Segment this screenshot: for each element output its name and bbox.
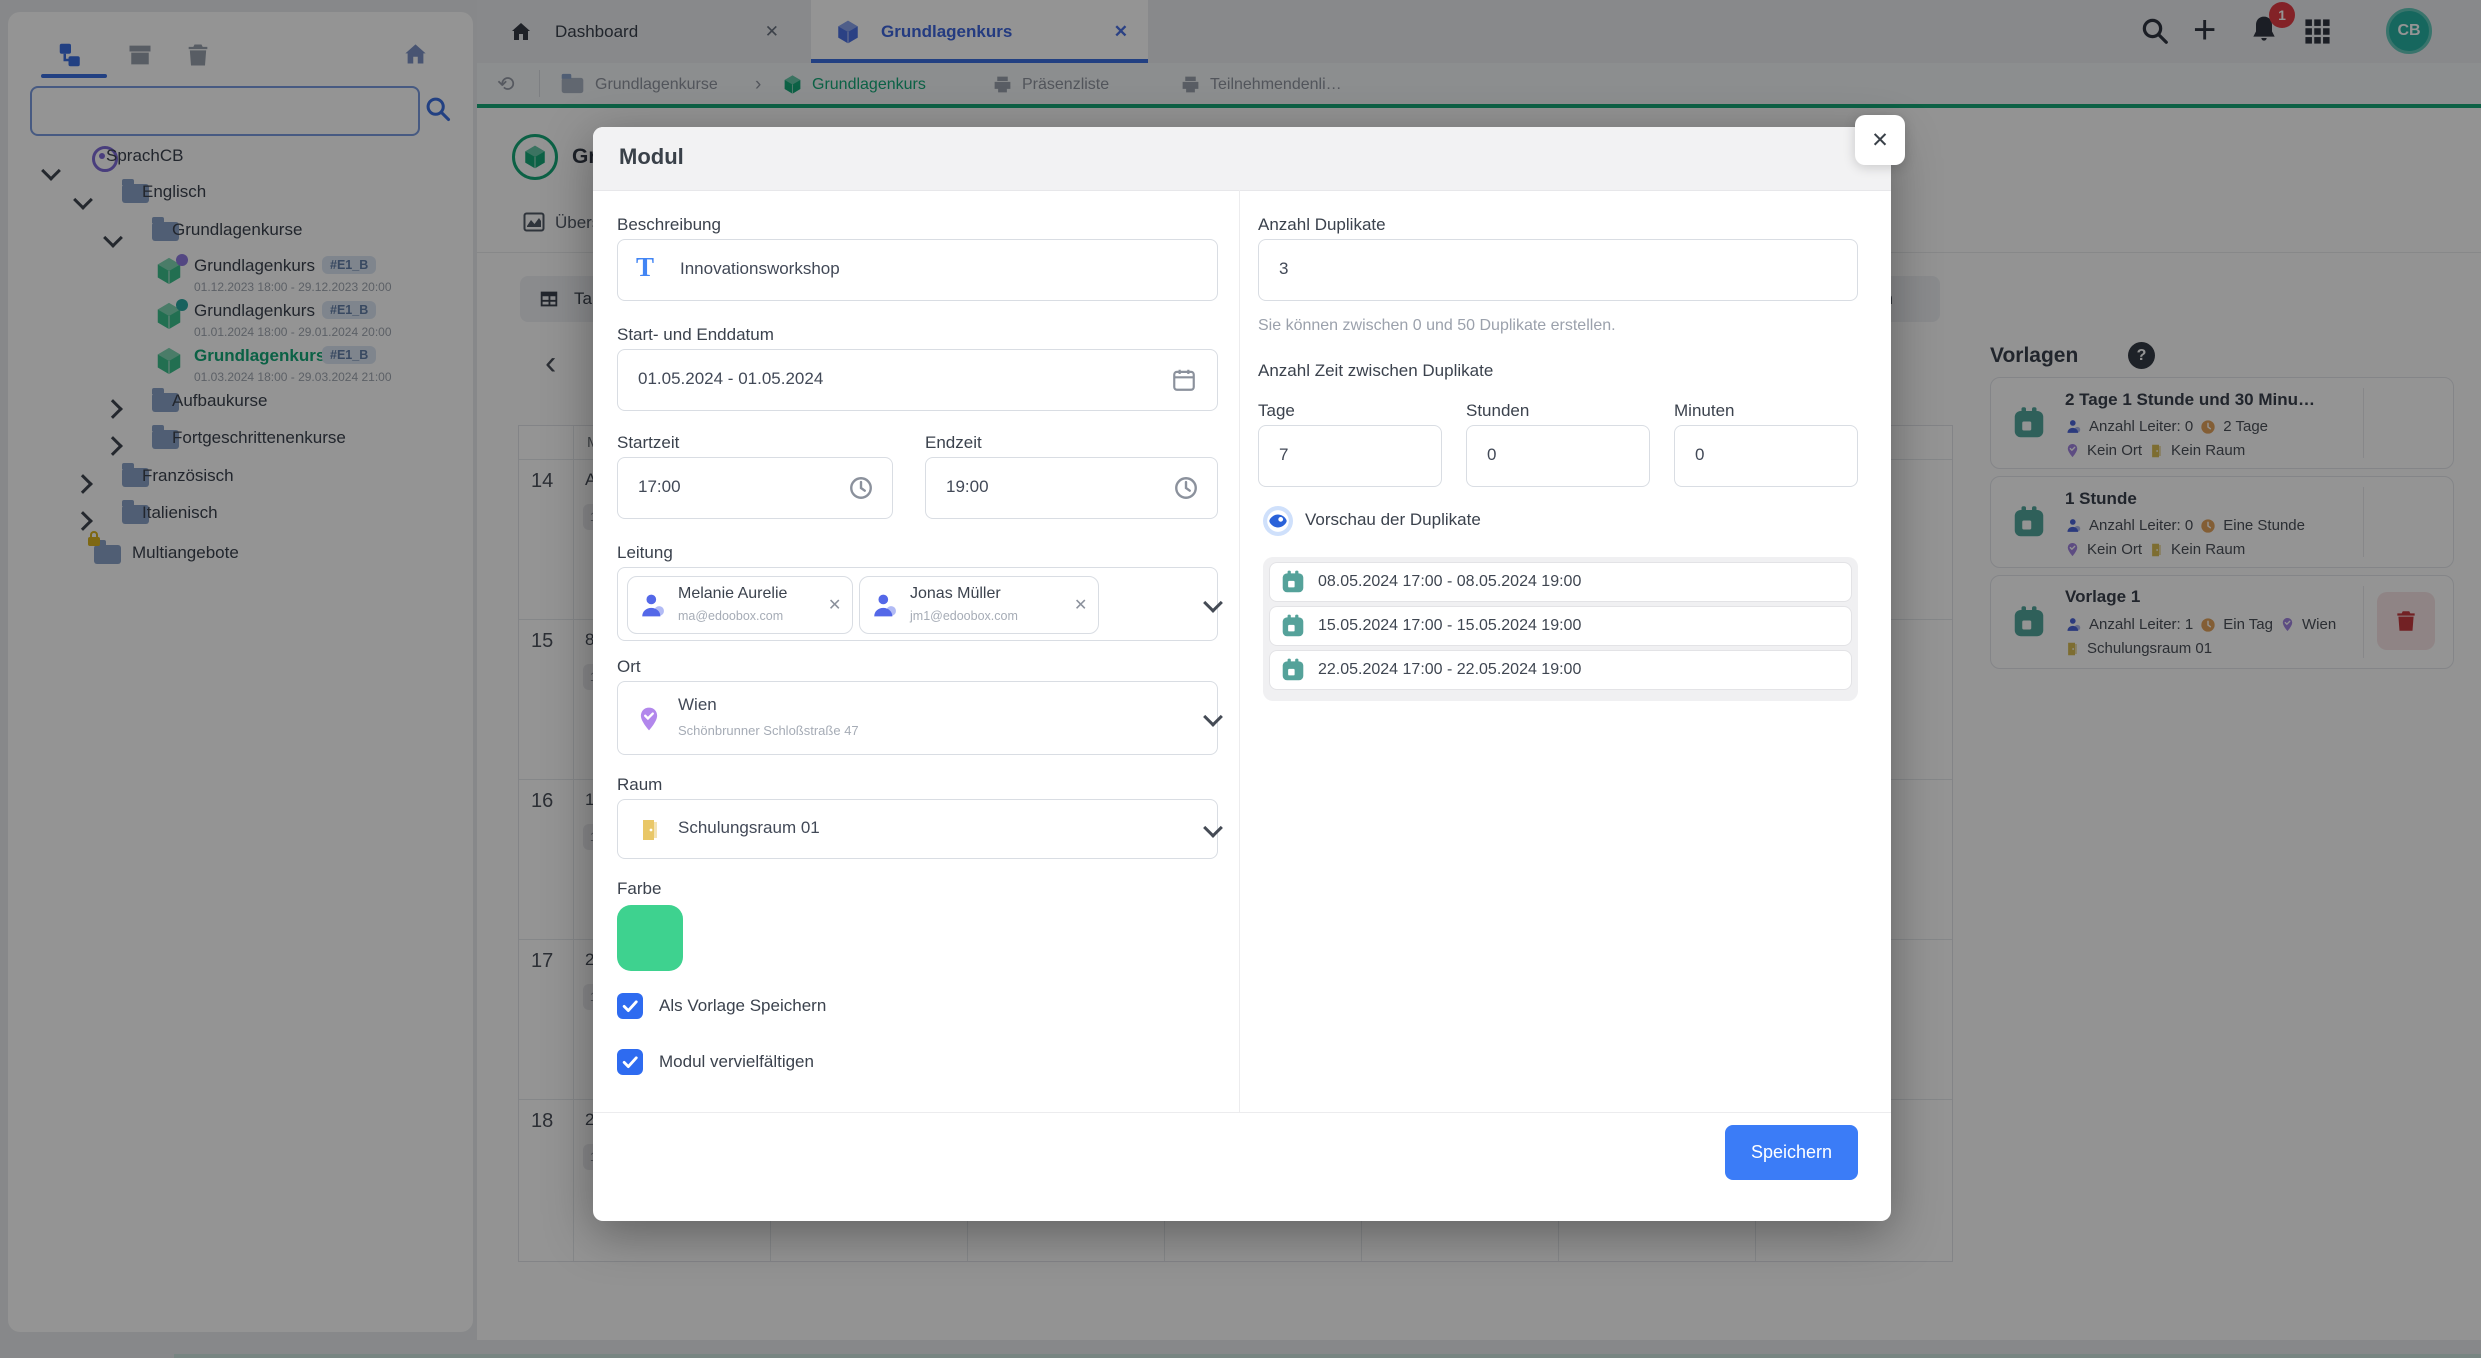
anzahl-duplikate-label: Anzahl Duplikate	[1258, 215, 1386, 235]
clock-icon[interactable]	[848, 475, 874, 501]
tage-label: Tage	[1258, 401, 1295, 421]
minuten-value[interactable]: 0	[1695, 445, 1704, 465]
tage-value[interactable]: 7	[1279, 445, 1288, 465]
leiter-chip: Jonas Müller jm1@edoobox.com ✕	[859, 576, 1099, 634]
zeit-zwischen-label: Anzahl Zeit zwischen Duplikate	[1258, 361, 1493, 381]
endzeit-label: Endzeit	[925, 433, 982, 453]
remove-leiter-icon[interactable]: ✕	[828, 595, 841, 615]
farbe-swatch[interactable]	[617, 905, 683, 971]
ort-value: Wien	[678, 695, 717, 715]
stunden-value[interactable]: 0	[1487, 445, 1496, 465]
startzeit-label: Startzeit	[617, 433, 679, 453]
duplikat-item[interactable]: 22.05.2024 17:00 - 22.05.2024 19:00	[1269, 650, 1852, 690]
leitung-label: Leitung	[617, 543, 673, 563]
remove-leiter-icon[interactable]: ✕	[1074, 595, 1087, 615]
calendar-icon	[1280, 657, 1306, 683]
calendar-icon	[1280, 613, 1306, 639]
tage-input[interactable]: 7	[1258, 425, 1442, 487]
leiter-email: jm1@edoobox.com	[910, 609, 1018, 623]
duplikat-item[interactable]: 08.05.2024 17:00 - 08.05.2024 19:00	[1269, 562, 1852, 602]
eye-icon	[1265, 508, 1291, 534]
ort-label: Ort	[617, 657, 641, 677]
duplikate-list: 08.05.2024 17:00 - 08.05.2024 19:00 15.0…	[1263, 557, 1858, 701]
duplikat-range: 22.05.2024 17:00 - 22.05.2024 19:00	[1318, 661, 1581, 679]
column-divider	[1239, 190, 1240, 1112]
raum-select[interactable]: Schulungsraum 01	[617, 799, 1218, 859]
vorschau-label: Vorschau der Duplikate	[1305, 510, 1481, 530]
raum-value: Schulungsraum 01	[678, 818, 820, 838]
leiter-email: ma@edoobox.com	[678, 609, 783, 623]
clock-icon[interactable]	[1173, 475, 1199, 501]
chevron-down-icon[interactable]	[1203, 707, 1223, 727]
ort-select[interactable]: Wien Schönbrunner Schloßstraße 47	[617, 681, 1218, 755]
startzeit-value[interactable]: 17:00	[638, 477, 681, 497]
modal-close-button[interactable]: ✕	[1855, 115, 1905, 165]
modul-dialog: Modul ✕ Beschreibung T Innovationsworksh…	[593, 127, 1891, 1221]
duplikat-range: 15.05.2024 17:00 - 15.05.2024 19:00	[1318, 617, 1581, 635]
calendar-icon[interactable]	[1171, 367, 1197, 393]
chevron-down-icon[interactable]	[1203, 593, 1223, 613]
calendar-icon	[1280, 569, 1306, 595]
footer-divider	[593, 1112, 1891, 1113]
duplikat-item[interactable]: 15.05.2024 17:00 - 15.05.2024 19:00	[1269, 606, 1852, 646]
checkbox-label[interactable]: Modul vervielfältigen	[659, 1052, 814, 1072]
modal-header: Modul	[593, 127, 1891, 191]
person-icon	[638, 591, 667, 620]
stunden-input[interactable]: 0	[1466, 425, 1650, 487]
modal-title: Modul	[619, 144, 684, 170]
person-icon	[870, 591, 899, 620]
duplikate-helper-text: Sie können zwischen 0 und 50 Duplikate e…	[1258, 317, 1616, 335]
anzahl-duplikate-input[interactable]: 3	[1258, 239, 1858, 301]
check-icon	[620, 996, 640, 1016]
leiter-chip: Melanie Aurelie ma@edoobox.com ✕	[627, 576, 853, 634]
beschreibung-label: Beschreibung	[617, 215, 721, 235]
screen: SprachCB Englisch Grundlagenkurse Grundl…	[0, 0, 2481, 1358]
anzahl-duplikate-value[interactable]: 3	[1279, 259, 1288, 279]
raum-label: Raum	[617, 775, 662, 795]
minuten-input[interactable]: 0	[1674, 425, 1858, 487]
chevron-down-icon[interactable]	[1203, 818, 1223, 838]
vorschau-toggle[interactable]	[1263, 506, 1293, 536]
datum-label: Start- und Enddatum	[617, 325, 774, 345]
endzeit-value[interactable]: 19:00	[946, 477, 989, 497]
datum-input[interactable]: 01.05.2024 - 01.05.2024	[617, 349, 1218, 411]
minuten-label: Minuten	[1674, 401, 1734, 421]
endzeit-input[interactable]: 19:00	[925, 457, 1218, 519]
checkbox-checked[interactable]	[617, 1049, 643, 1075]
pin-icon	[636, 704, 662, 734]
leiter-name: Jonas Müller	[910, 585, 1001, 603]
stunden-label: Stunden	[1466, 401, 1529, 421]
check-icon	[620, 1052, 640, 1072]
farbe-label: Farbe	[617, 879, 661, 899]
checkbox-checked[interactable]	[617, 993, 643, 1019]
text-format-icon: T	[636, 252, 654, 283]
door-icon	[638, 816, 662, 844]
leitung-select[interactable]: Melanie Aurelie ma@edoobox.com ✕ Jonas M…	[617, 567, 1218, 641]
datum-value[interactable]: 01.05.2024 - 01.05.2024	[638, 369, 823, 389]
checkbox-label[interactable]: Als Vorlage Speichern	[659, 996, 826, 1016]
leiter-name: Melanie Aurelie	[678, 585, 787, 603]
beschreibung-value[interactable]: Innovationsworkshop	[680, 259, 840, 279]
duplikat-range: 08.05.2024 17:00 - 08.05.2024 19:00	[1318, 573, 1581, 591]
save-button[interactable]: Speichern	[1725, 1125, 1858, 1180]
startzeit-input[interactable]: 17:00	[617, 457, 893, 519]
ort-address: Schönbrunner Schloßstraße 47	[678, 723, 859, 738]
beschreibung-input[interactable]: T Innovationsworkshop	[617, 239, 1218, 301]
